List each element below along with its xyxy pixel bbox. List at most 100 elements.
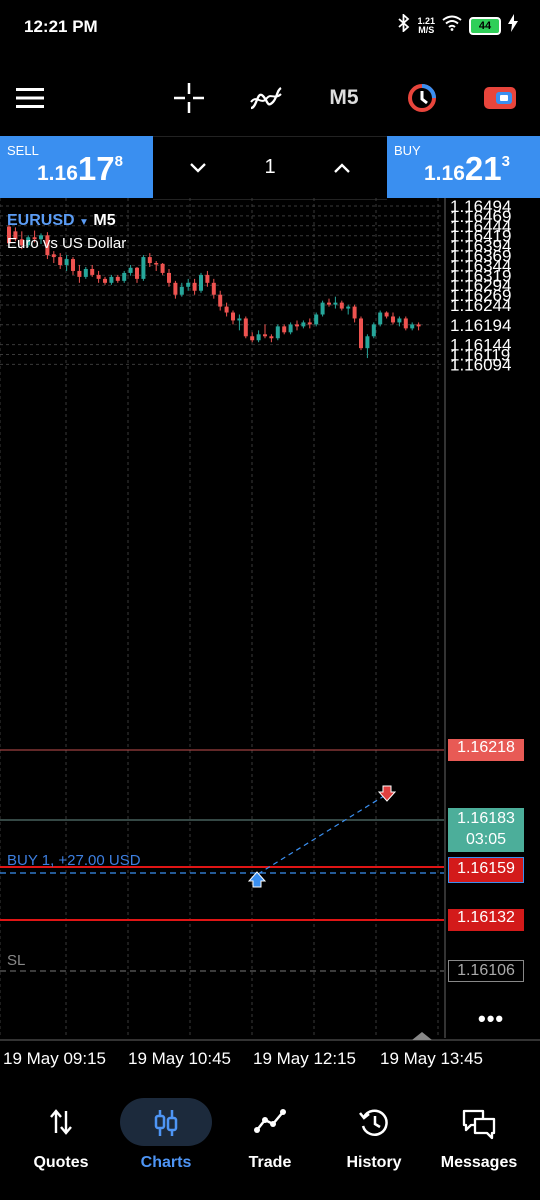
red-level-tag: 1.16132 xyxy=(448,909,524,931)
candle-body xyxy=(109,276,114,283)
nav-quotes[interactable]: Quotes xyxy=(9,1088,113,1200)
time-axis-label: 19 May 12:15 xyxy=(253,1049,356,1068)
symbol-dropdown-icon[interactable]: ▼ xyxy=(79,217,89,228)
candle-body xyxy=(288,324,293,333)
nav-messages[interactable]: Messages xyxy=(427,1088,531,1200)
candle-body xyxy=(269,336,274,339)
network-speed: 1.21 M/S xyxy=(417,16,435,35)
candle-body xyxy=(179,286,184,295)
buy-price: 1.16213 xyxy=(424,150,510,187)
buy-label: BUY xyxy=(394,143,421,158)
candle-body xyxy=(237,318,242,321)
chevron-up-icon xyxy=(334,163,350,173)
candle-body xyxy=(378,312,383,325)
history-icon xyxy=(322,1108,426,1138)
new-order-icon xyxy=(484,87,516,109)
candle-body xyxy=(243,318,248,337)
candle-body xyxy=(64,259,69,266)
sell-arrow-marker xyxy=(377,785,397,802)
candle-body xyxy=(410,324,415,329)
time-axis-label: 19 May 13:45 xyxy=(380,1049,483,1068)
order-line-label[interactable]: BUY 1, +27.00 USD xyxy=(7,852,141,869)
chart-timeframe: M5 xyxy=(93,212,116,229)
bid-price-tag: 1.16183 03:05 xyxy=(448,808,524,852)
status-bar: 12:21 PM 1.21 M/S 44 xyxy=(0,0,540,56)
candle-body xyxy=(224,306,229,313)
timeframe-label: M5 xyxy=(329,86,359,109)
stop-loss-price-tag: 1.16106 xyxy=(448,960,524,982)
candle-body xyxy=(58,257,63,266)
candle-body xyxy=(192,282,197,291)
scroll-end-marker xyxy=(412,1032,432,1040)
candle-body xyxy=(391,316,395,323)
candle-body xyxy=(346,306,351,309)
candle-body xyxy=(352,306,357,319)
candle-body xyxy=(231,312,235,321)
candle-body xyxy=(250,336,255,341)
candlestick-icon xyxy=(114,1108,218,1138)
indicators-icon xyxy=(250,86,282,110)
battery-indicator: 44 xyxy=(469,16,501,35)
stop-loss-label[interactable]: SL xyxy=(7,952,25,969)
wifi-icon xyxy=(442,15,462,36)
candle-body xyxy=(359,318,363,349)
candle-body xyxy=(275,326,280,339)
volume-increase-button[interactable] xyxy=(327,153,357,183)
more-options-button[interactable]: ••• xyxy=(478,1006,504,1032)
candle-body xyxy=(173,282,178,295)
candle-body xyxy=(135,267,139,279)
candle-body xyxy=(397,318,402,323)
symbol-header[interactable]: EURUSD ▼ M5 xyxy=(7,212,116,230)
nav-messages-label: Messages xyxy=(440,1154,518,1171)
nav-trade[interactable]: Trade xyxy=(218,1088,322,1200)
buy-arrow-marker xyxy=(247,871,267,888)
candle-body xyxy=(301,322,306,327)
timeframe-button[interactable]: M5 xyxy=(322,76,366,120)
candle-body xyxy=(205,274,210,283)
symbol-description: Euro vs US Dollar xyxy=(7,235,127,252)
nav-charts[interactable]: Charts xyxy=(114,1088,218,1200)
bar-countdown: 03:05 xyxy=(465,831,507,848)
time-axis-label: 19 May 09:15 xyxy=(3,1049,106,1068)
candle-body xyxy=(154,263,159,265)
messages-icon xyxy=(427,1108,531,1140)
candle-body xyxy=(333,302,338,305)
ask-price-tag: 1.16218 xyxy=(448,739,524,761)
chart-toolbar: M5 xyxy=(0,56,540,136)
indicators-button[interactable] xyxy=(244,76,288,120)
candle-body xyxy=(256,334,261,341)
candle-body xyxy=(90,268,95,275)
candle-body xyxy=(320,302,325,315)
menu-button[interactable] xyxy=(8,76,52,120)
buy-button[interactable]: BUY 1.16213 xyxy=(387,136,540,198)
crosshair-button[interactable] xyxy=(167,76,211,120)
bottom-navigation: Quotes Charts Trade History Messages xyxy=(0,1088,540,1200)
charging-icon xyxy=(508,14,518,37)
nav-quotes-label: Quotes xyxy=(33,1154,89,1171)
nav-charts-label: Charts xyxy=(140,1154,192,1171)
nav-history[interactable]: History xyxy=(322,1088,426,1200)
candle-body xyxy=(263,334,267,337)
candle-body xyxy=(71,259,75,271)
swap-vertical-icon xyxy=(9,1108,113,1138)
candle-body xyxy=(128,267,133,273)
network-speed-unit: M/S xyxy=(418,24,435,35)
candle-body xyxy=(160,263,165,273)
chart-canvas[interactable]: 1.164941.164691.164441.164191.163941.163… xyxy=(0,198,540,1088)
candle-body xyxy=(339,302,344,309)
sell-button[interactable]: SELL 1.16178 xyxy=(0,136,153,198)
new-order-button[interactable] xyxy=(478,76,522,120)
bluetooth-icon xyxy=(398,12,410,37)
clock: 12:21 PM xyxy=(24,17,98,36)
candle-body xyxy=(115,276,120,281)
candle-body xyxy=(403,318,408,329)
candle-body xyxy=(167,272,171,283)
sell-label: SELL xyxy=(7,143,39,158)
symbol-name[interactable]: EURUSD xyxy=(7,212,75,229)
price-axis-label: 1.16094 xyxy=(450,355,511,374)
candle-body xyxy=(282,326,287,333)
candle-body xyxy=(416,324,421,327)
price-chart[interactable]: 1.16494 1.16469 1.16444 1.16419 1.16394 1.163… xyxy=(0,198,540,1088)
one-click-trading-button[interactable] xyxy=(400,76,444,120)
candle-body xyxy=(147,257,152,264)
